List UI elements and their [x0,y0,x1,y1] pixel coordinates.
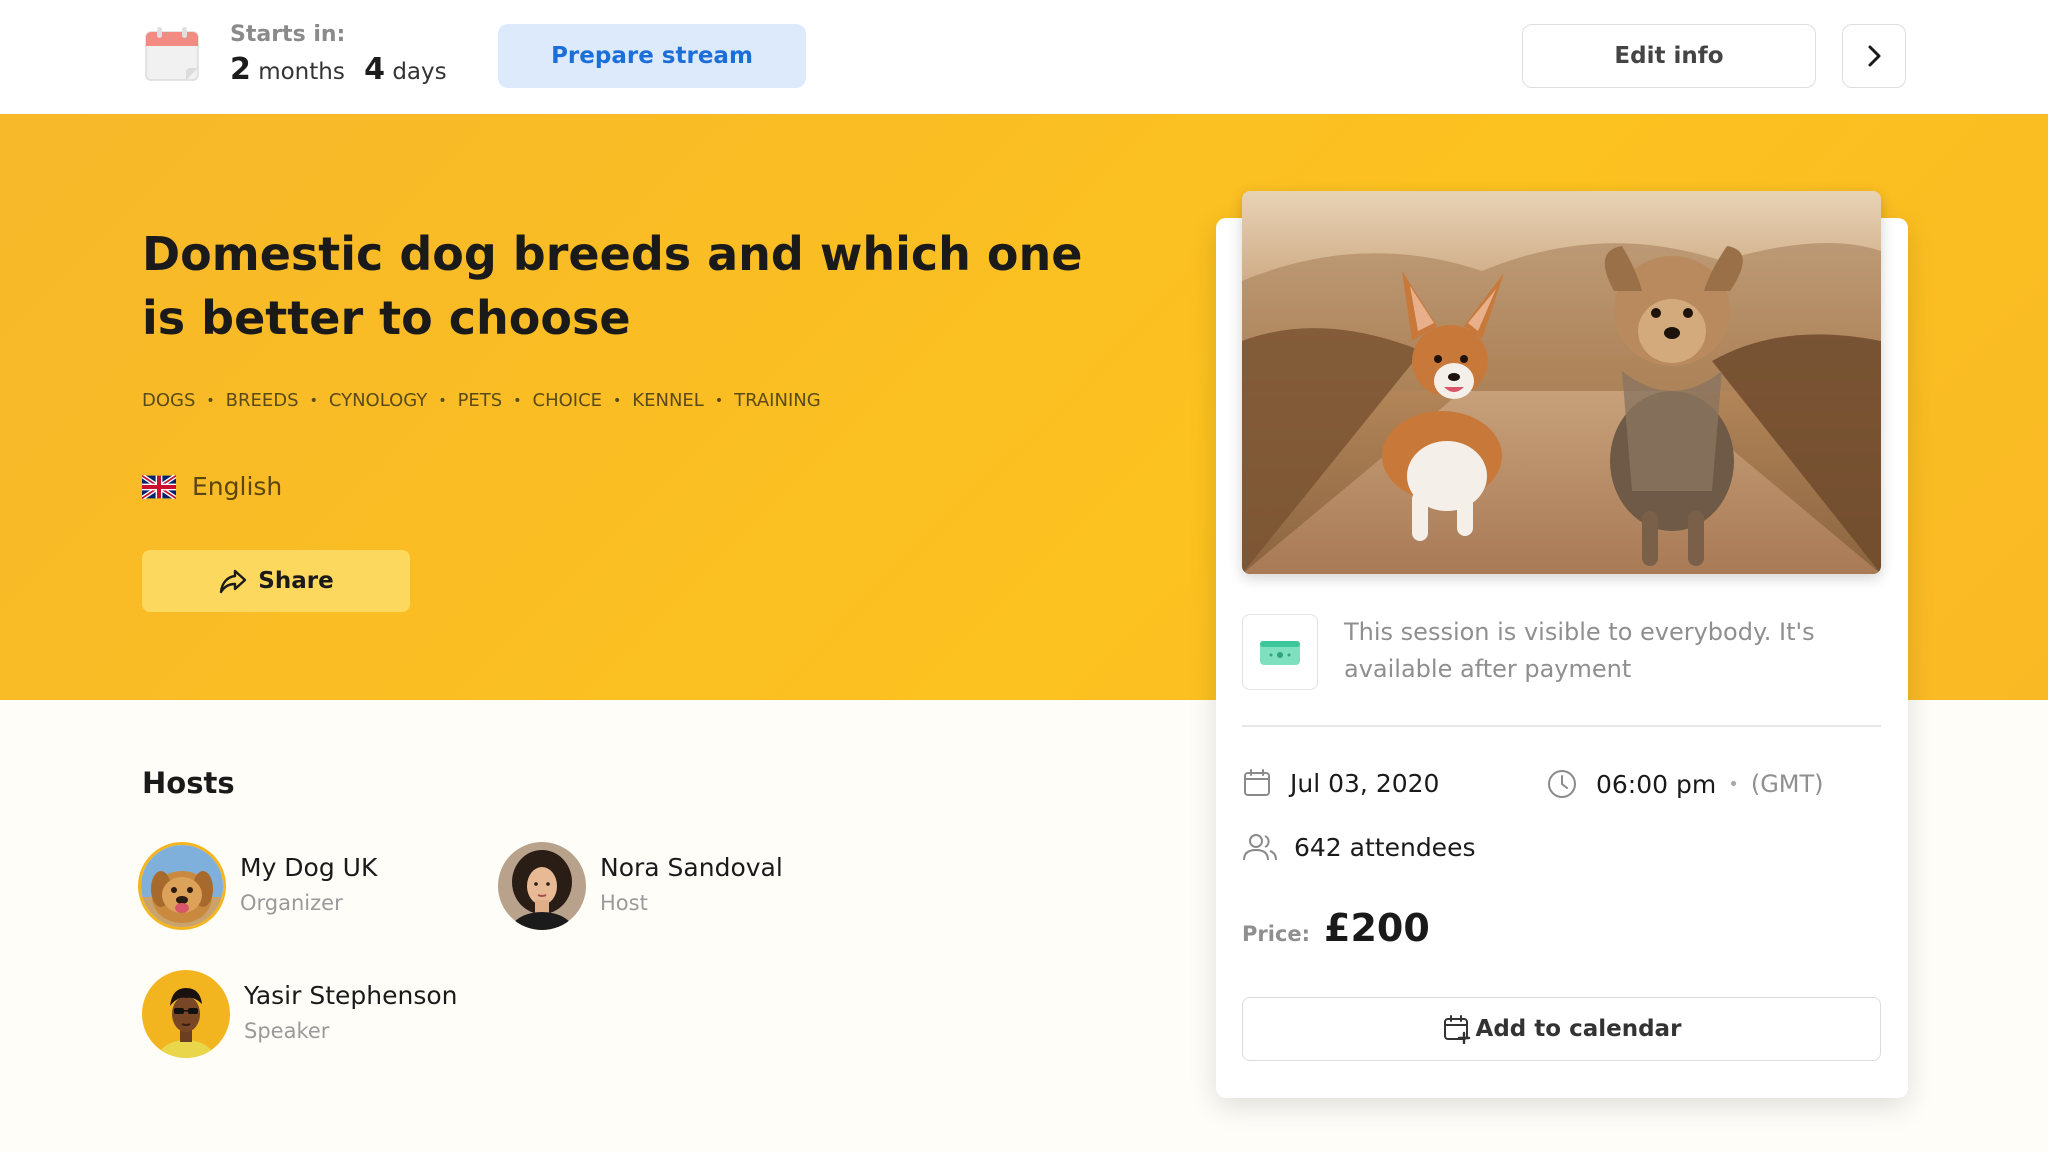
money-icon [1260,641,1300,665]
tag[interactable]: PETS [458,390,503,411]
session-title: Domestic dog breeds and which one is bet… [142,227,1083,345]
prepare-stream-button[interactable]: Prepare stream [498,24,806,88]
countdown-days-unit: days [392,59,447,85]
language-label: English [192,472,283,501]
host-item[interactable]: My Dog UK Organizer [138,842,377,930]
calendar-add-icon [1443,1015,1470,1044]
visibility-icon-box [1242,614,1318,690]
clock-icon [1548,770,1576,798]
host-role: Organizer [240,891,343,915]
avatar [142,970,230,1058]
timezone-text: (GMT) [1750,770,1824,798]
tag[interactable]: KENNEL [632,390,704,411]
tag[interactable]: CYNOLOGY [329,390,427,411]
avatar [138,842,226,930]
host-item[interactable]: Nora Sandoval Host [498,842,783,930]
calendar-small-icon [1244,769,1270,796]
share-label: Share [258,568,334,594]
uk-flag-icon [142,474,176,499]
session-date: Jul 03, 2020 [1242,768,1439,798]
host-name: My Dog UK [240,853,378,882]
host-role: Speaker [244,1019,330,1043]
tag-list: DOGS • BREEDS • CYNOLOGY • PETS • CHOICE • KE… [142,390,821,411]
calendar-icon [145,27,199,81]
countdown-months-unit: months [258,59,345,85]
tag[interactable]: CHOICE [533,390,603,411]
attendees: 642 attendees [1242,832,1475,862]
visibility-text: This session is visible to everybody. It… [1344,618,1815,683]
tag[interactable]: TRAINING [734,390,821,411]
host-name: Nora Sandoval [600,853,783,882]
share-icon [220,569,247,594]
edit-info-button[interactable]: Edit info [1522,24,1816,88]
countdown-months-value: 2 [230,52,251,87]
avatar [498,842,586,930]
tag[interactable]: BREEDS [226,390,299,411]
next-button[interactable] [1842,24,1906,88]
users-icon [1243,834,1277,861]
starts-in-label: Starts in: [230,22,346,47]
top-bar: Starts in: 2 months 4 days Prepare strea… [0,0,2048,114]
card-divider [1242,725,1881,727]
session-time: 06:00 pm • (GMT) [1546,768,1824,800]
chevron-right-icon [1868,45,1881,67]
language: English [142,472,282,501]
host-role: Host [600,891,648,915]
add-to-calendar-button[interactable]: Add to calendar [1242,997,1881,1061]
host-item[interactable]: Yasir Stephenson Speaker [142,970,458,1058]
share-button[interactable]: Share [142,550,410,612]
time-text: 06:00 pm [1596,769,1717,799]
tag[interactable]: DOGS [142,390,195,411]
host-name: Yasir Stephenson [244,981,458,1010]
session-cover-image [1242,191,1881,574]
price-label: Price: [1242,922,1311,946]
price-value: £200 [1324,906,1430,950]
attendees-count: 642 attendees [1294,832,1476,862]
date-text: Jul 03, 2020 [1290,768,1440,798]
countdown: 2 months 4 days [230,52,447,87]
price: Price: £200 [1242,906,1430,950]
countdown-days-value: 4 [364,52,386,87]
hosts-heading: Hosts [142,766,235,800]
add-to-calendar-label: Add to calendar [1475,1016,1682,1042]
